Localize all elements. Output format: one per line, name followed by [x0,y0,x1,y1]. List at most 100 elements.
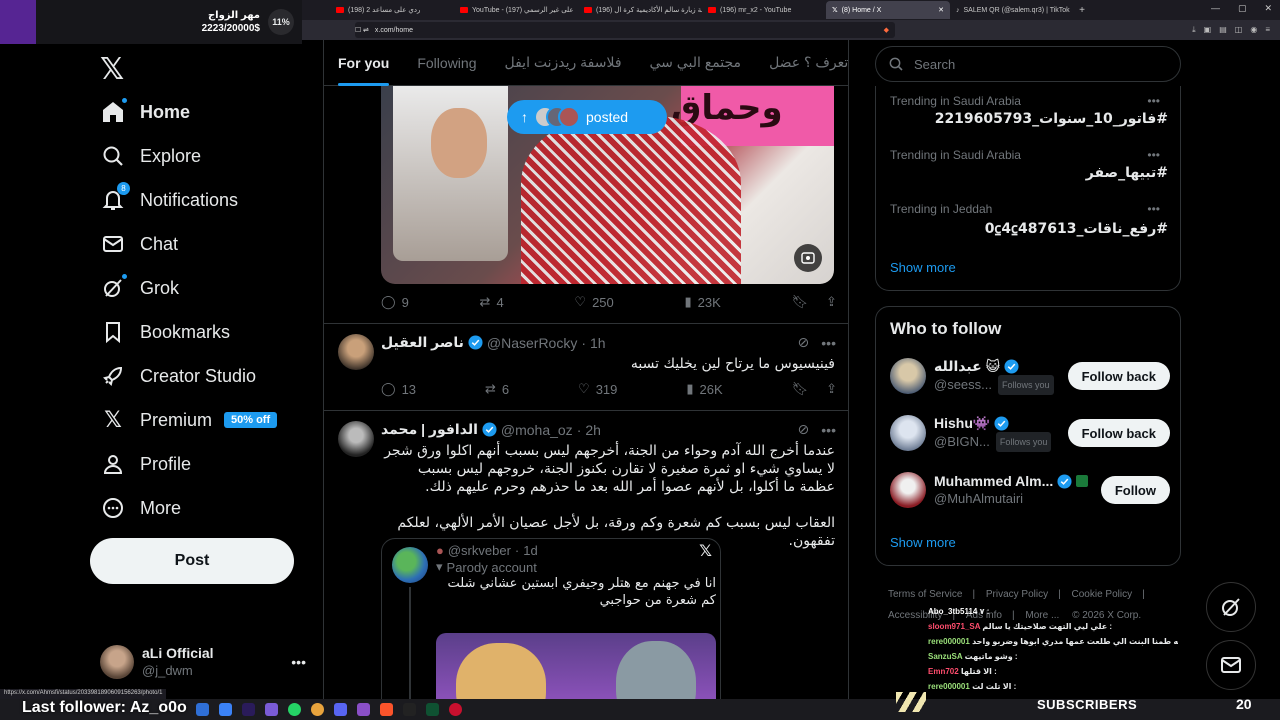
search-input[interactable]: Search [875,46,1181,82]
brave-icon[interactable] [380,703,393,716]
wallet-icon[interactable]: ◫ [1235,25,1243,35]
browser-tab[interactable]: (196) قصة زيارة سالم الأكاديمية كرة ال [578,1,702,19]
trend-item[interactable]: Trending in Saudi Arabia #فاتور_10_سنوات… [890,94,1168,127]
taskbar-app-icon[interactable] [357,703,370,716]
taskbar-app-icon[interactable] [426,703,439,716]
grok-icon[interactable]: ⊘ [798,421,810,438]
sidebar-icon[interactable]: ▤ [1219,25,1227,35]
grok-floating-button[interactable] [1206,582,1256,632]
tab-community-2[interactable]: مجتمع البي سي [636,40,756,86]
menu-icon[interactable]: ≡ [1265,25,1270,35]
taskbar-app-icon[interactable] [196,703,209,716]
extension-icon[interactable]: ▣ [1204,25,1212,35]
grok-icon[interactable]: ⊘ [798,334,810,351]
url-field[interactable]: ⇌ x.com/home ◆ [355,22,895,38]
author-name[interactable]: الدافور | محمد [381,421,478,438]
like-button[interactable]: ♡ 250 [574,294,613,310]
nav-notifications[interactable]: 8 Notifications [100,182,238,218]
share-icon[interactable]: ⇪ [826,294,837,310]
footer-link-terms[interactable]: Terms of Service [888,589,962,600]
browser-tab[interactable]: ♪ SALEM QR (@salem.qr3) | TikTok [950,1,1074,19]
tweet-time[interactable]: 1h [590,335,606,351]
repost-button[interactable]: ⇄ 6 [485,381,509,397]
download-icon[interactable]: ⤓ [1192,25,1196,35]
show-more-suggestions-link[interactable]: Show more [890,535,956,550]
whatsapp-icon[interactable] [288,703,301,716]
media-settings-icon[interactable] [794,244,822,272]
more-dots-icon[interactable]: ••• [1147,94,1160,108]
nav-home[interactable]: Home [100,94,190,130]
footer-link-cookies[interactable]: Cookie Policy [1072,589,1133,600]
more-dots-icon[interactable]: ••• [821,335,836,351]
like-button[interactable]: ♡ 319 [578,381,617,397]
tab-community-1[interactable]: فلاسفة ريدزنت ايفل [490,40,635,86]
author-name[interactable]: ناصر العقيل [381,334,464,351]
reply-button[interactable]: ◯ 9 [381,294,409,310]
more-dots-icon[interactable]: ••• [1147,148,1160,162]
follow-back-button[interactable]: Follow back [1067,362,1170,390]
trend-item[interactable]: Trending in Saudi Arabia #تبيها_صفر ••• [890,148,1168,181]
follow-button[interactable]: Follow [1100,476,1170,504]
footer-link-privacy[interactable]: Privacy Policy [986,589,1048,600]
new-tab-button[interactable]: + [1074,5,1090,16]
tab-for-you[interactable]: For you [324,40,403,86]
nav-more[interactable]: More [100,490,181,526]
repost-button[interactable]: ⇄ 4 [480,294,504,310]
new-posts-pill[interactable]: ↑ posted [507,100,667,134]
bookmark-icon[interactable]: 🔖︎ [792,294,809,310]
more-dots-icon[interactable]: ••• [821,422,836,438]
browser-tab[interactable]: YouTube - (197) على غير الرسمي [454,1,578,19]
author-handle[interactable]: @NaserRocky [487,335,577,351]
browser-tab[interactable]: (198) ردي على مساعد 2 [330,1,454,19]
avatar[interactable] [338,421,374,457]
trend-item[interactable]: Trending in Jeddah #رفع_ناقات_487613⃀4⃀0… [890,202,1168,238]
follow-suggestion[interactable]: عبدالله 😺 @seess... Follows you Follow ba… [890,355,1170,397]
minimize-button[interactable]: — [1211,3,1220,14]
obs-icon[interactable] [449,703,462,716]
nav-profile[interactable]: Profile [100,446,191,482]
nav-chat[interactable]: Chat [100,226,178,262]
tweet-time[interactable]: 2h [585,422,601,438]
browser-tab-active[interactable]: 𝕏 (8) Home / X ✕ [826,1,950,19]
nav-bookmarks[interactable]: Bookmarks [100,314,230,350]
quoted-tweet[interactable]: ● @srkveber · 1d ▾ Parody account 𝕏 انا … [381,538,721,720]
views-button[interactable]: ▮ 23K [685,294,721,310]
post-button[interactable]: Post [90,538,294,584]
x-logo-icon[interactable]: 𝕏 [100,52,124,87]
nav-explore[interactable]: Explore [100,138,201,174]
taskbar-app-icon[interactable] [219,703,232,716]
avatar[interactable] [338,334,374,370]
vpn-icon[interactable]: ◉ [1250,25,1257,35]
views-button[interactable]: ▮ 26K [686,381,722,397]
browser-tab[interactable]: (196) mr_x2 - YouTube [702,1,826,19]
tab-community-3[interactable]: هنا راح تعرف ؟ عضل [755,40,848,86]
site-info-icon[interactable]: ⇌ [363,26,369,34]
reply-button[interactable]: ◯ 13 [381,381,416,397]
follow-suggestion[interactable]: Hishu👾 @BIGN... Follows you Follow back [890,412,1170,454]
author-handle[interactable]: @moha_oz [501,422,573,438]
nav-grok[interactable]: Grok [100,270,179,306]
taskbar-app-icon[interactable] [265,703,278,716]
follow-back-button[interactable]: Follow back [1067,419,1170,447]
brave-shield-icon[interactable]: ◆ [884,26,889,34]
chat-text: علي ليي التهت صلاحيتك يا سالم : [982,622,1113,631]
discord-icon[interactable] [334,703,347,716]
bookmark-icon[interactable]: 🔖︎ [792,381,809,397]
chrome-icon[interactable] [311,703,324,716]
show-more-trends-link[interactable]: Show more [890,260,956,275]
share-icon[interactable]: ⇪ [826,381,837,397]
more-dots-icon[interactable]: ••• [291,654,306,670]
account-switcher[interactable]: aLi Official @j_dwm ••• [100,644,306,680]
nav-creator-studio[interactable]: Creator Studio [100,358,256,394]
taskbar-app-icon[interactable] [403,703,416,716]
close-tab-icon[interactable]: ✕ [938,6,944,14]
tab-following[interactable]: Following [403,40,490,86]
more-dots-icon[interactable]: ••• [1147,202,1160,216]
maximize-button[interactable]: ▢ [1238,3,1247,14]
messages-floating-button[interactable] [1206,640,1256,690]
follow-suggestion[interactable]: Muhammed Alm... @MuhAlmutairi Follow [890,469,1170,511]
nav-premium[interactable]: 𝕏 Premium 50% off [100,402,278,438]
bookmark-star-icon[interactable]: ☐ [355,26,361,34]
taskbar-app-icon[interactable] [242,703,255,716]
close-window-button[interactable]: ✕ [1264,3,1272,14]
